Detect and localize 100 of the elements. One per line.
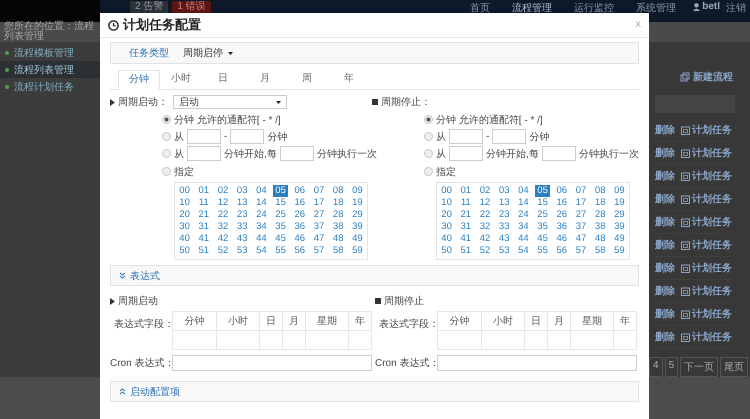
- minute-option[interactable]: 00: [439, 185, 454, 197]
- number-field[interactable]: [230, 129, 264, 144]
- minute-option[interactable]: 22: [216, 209, 230, 221]
- delete-link[interactable]: 删除: [655, 192, 675, 206]
- minute-option[interactable]: 40: [177, 233, 192, 245]
- minute-option[interactable]: 37: [574, 221, 588, 233]
- minute-option[interactable]: 24: [516, 209, 531, 221]
- minute-option[interactable]: 08: [592, 185, 608, 197]
- minute-option[interactable]: 20: [177, 209, 192, 221]
- minute-option[interactable]: 16: [554, 197, 570, 209]
- minute-option[interactable]: 03: [496, 185, 512, 197]
- delete-link[interactable]: 删除: [655, 169, 675, 183]
- radio-button[interactable]: [424, 149, 433, 158]
- minute-option[interactable]: 36: [292, 221, 308, 233]
- minute-option[interactable]: 39: [350, 221, 365, 233]
- logout-link[interactable]: 注销: [726, 1, 746, 15]
- minute-option[interactable]: 55: [273, 245, 288, 257]
- number-field[interactable]: [492, 129, 526, 144]
- minute-option[interactable]: 48: [330, 233, 346, 245]
- minute-option[interactable]: 08: [330, 185, 346, 197]
- minute-option[interactable]: 31: [458, 221, 474, 233]
- minute-option[interactable]: 33: [496, 221, 512, 233]
- minute-option[interactable]: 32: [478, 221, 492, 233]
- minute-option[interactable]: 54: [254, 245, 269, 257]
- minute-option[interactable]: 45: [535, 233, 550, 245]
- minute-option[interactable]: 57: [312, 245, 326, 257]
- minute-option[interactable]: 12: [478, 197, 492, 209]
- minute-option[interactable]: 49: [350, 233, 365, 245]
- minute-option[interactable]: 59: [350, 245, 365, 257]
- page-button[interactable]: 尾页: [720, 357, 748, 377]
- tab[interactable]: 周: [286, 70, 328, 89]
- minute-option[interactable]: 16: [292, 197, 308, 209]
- number-field[interactable]: [280, 146, 314, 161]
- minute-option[interactable]: 17: [312, 197, 326, 209]
- minute-option[interactable]: 18: [592, 197, 608, 209]
- radio-button[interactable]: [424, 167, 433, 176]
- mode-select[interactable]: 启动: [173, 95, 287, 109]
- minute-option[interactable]: 35: [273, 221, 288, 233]
- tab[interactable]: 小时: [160, 70, 202, 89]
- radio-button[interactable]: [424, 115, 433, 124]
- minute-option[interactable]: 34: [254, 221, 269, 233]
- minute-option[interactable]: 37: [312, 221, 326, 233]
- schedule-link[interactable]: 计划任务: [681, 123, 732, 137]
- minute-option[interactable]: 11: [196, 197, 211, 209]
- cron-field[interactable]: [172, 355, 372, 371]
- minute-option[interactable]: 18: [330, 197, 346, 209]
- minute-option[interactable]: 35: [535, 221, 550, 233]
- alert-badge[interactable]: 2 告警: [130, 1, 168, 13]
- minute-option[interactable]: 30: [177, 221, 192, 233]
- sidebar-item[interactable]: 流程计划任务: [0, 78, 100, 95]
- nav-link[interactable]: 流程管理: [512, 1, 552, 15]
- minute-option[interactable]: 17: [574, 197, 588, 209]
- minute-option[interactable]: 56: [292, 245, 308, 257]
- minute-option[interactable]: 23: [234, 209, 250, 221]
- minute-option[interactable]: 53: [496, 245, 512, 257]
- tab[interactable]: 月: [244, 70, 286, 89]
- cron-field[interactable]: [437, 355, 637, 371]
- minute-option[interactable]: 06: [554, 185, 570, 197]
- nav-link[interactable]: 运行监控: [574, 1, 614, 15]
- minute-option[interactable]: 09: [612, 185, 627, 197]
- minute-option[interactable]: 52: [216, 245, 230, 257]
- minute-option[interactable]: 10: [439, 197, 454, 209]
- minute-option[interactable]: 01: [196, 185, 212, 197]
- minute-option[interactable]: 34: [516, 221, 531, 233]
- delete-link[interactable]: 删除: [655, 330, 675, 344]
- minute-option[interactable]: 31: [196, 221, 212, 233]
- collapse-panel[interactable]: 表达式: [110, 265, 639, 286]
- minute-option[interactable]: 23: [496, 209, 512, 221]
- page-button[interactable]: 4: [649, 357, 663, 377]
- delete-link[interactable]: 删除: [655, 307, 675, 321]
- minute-option[interactable]: 58: [592, 245, 608, 257]
- number-field[interactable]: [542, 146, 576, 161]
- minute-option[interactable]: 28: [330, 209, 346, 221]
- delete-link[interactable]: 删除: [655, 123, 675, 137]
- minute-option[interactable]: 49: [612, 233, 627, 245]
- nav-link[interactable]: 首页: [470, 1, 490, 15]
- minute-option[interactable]: 53: [234, 245, 250, 257]
- collapse-panel[interactable]: 启动配置项: [110, 381, 639, 402]
- minute-option[interactable]: 57: [574, 245, 588, 257]
- minute-option[interactable]: 10: [177, 197, 192, 209]
- schedule-link[interactable]: 计划任务: [681, 192, 732, 206]
- sidebar-item[interactable]: 流程列表管理: [0, 61, 100, 78]
- minute-option[interactable]: 33: [234, 221, 250, 233]
- minute-option[interactable]: 44: [254, 233, 269, 245]
- minute-option[interactable]: 40: [439, 233, 454, 245]
- minute-option[interactable]: 56: [554, 245, 570, 257]
- minute-option[interactable]: 04: [254, 185, 269, 197]
- minute-option[interactable]: 50: [177, 245, 192, 257]
- minute-option[interactable]: 14: [516, 197, 531, 209]
- minute-option[interactable]: 46: [292, 233, 308, 245]
- minute-option[interactable]: 39: [612, 221, 627, 233]
- number-field[interactable]: [449, 146, 483, 161]
- page-button[interactable]: 下一页: [680, 357, 718, 377]
- tab[interactable]: 年: [328, 70, 370, 89]
- radio-button[interactable]: [162, 167, 171, 176]
- minute-option[interactable]: 12: [216, 197, 230, 209]
- minute-option[interactable]: 21: [458, 209, 474, 221]
- minute-option[interactable]: 15: [273, 197, 288, 209]
- minute-option[interactable]: 05: [535, 185, 550, 197]
- minute-option[interactable]: 28: [592, 209, 608, 221]
